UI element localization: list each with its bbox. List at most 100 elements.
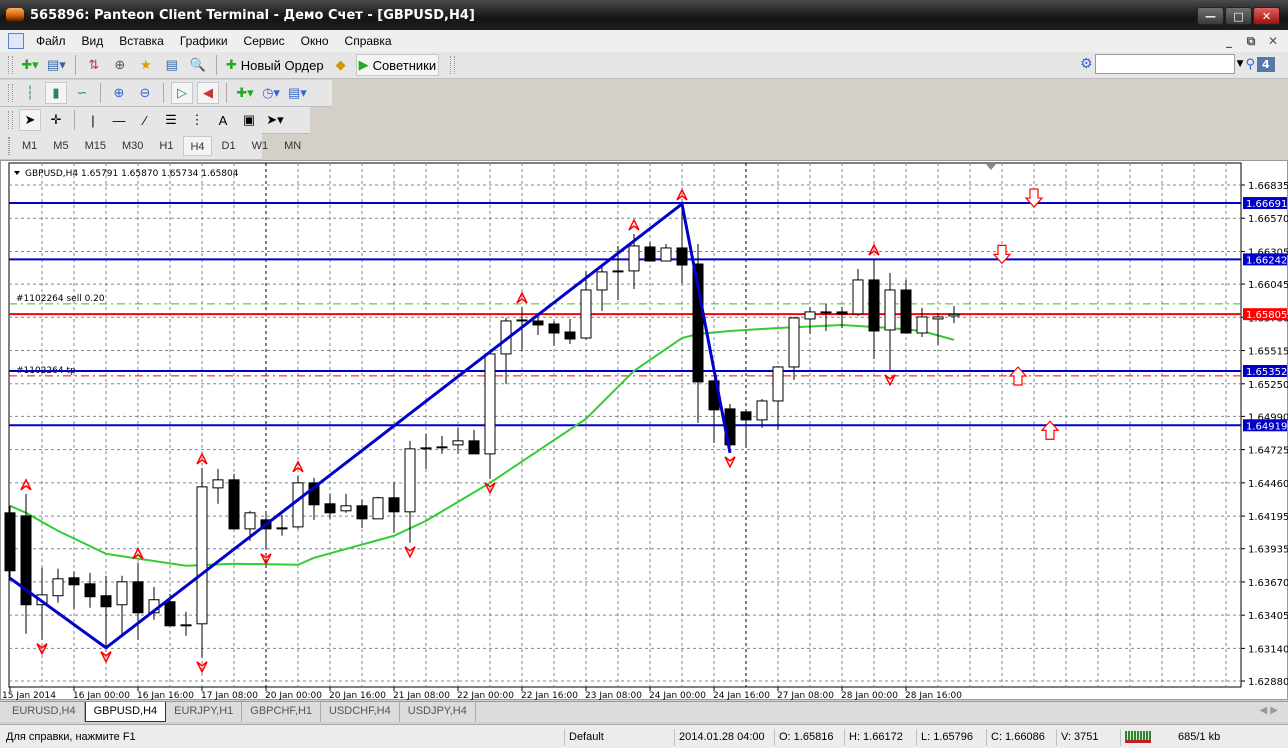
menu-window[interactable]: Окно [293, 34, 337, 48]
minimize-button[interactable]: — [1197, 7, 1224, 25]
menu-help[interactable]: Справка [337, 34, 400, 48]
zoom-in-icon[interactable]: ⊕ [108, 82, 130, 104]
timeframe-h1[interactable]: H1 [153, 136, 179, 156]
status-help: Для справки, нажмите F1 [6, 731, 136, 743]
tab-usdjpy-h4[interactable]: USDJPY,H4 [400, 702, 476, 722]
indicators-icon[interactable]: ✚▾ [234, 82, 256, 104]
x-tick-label: 20 Jan 00:00 [265, 691, 322, 701]
periods-clock-icon[interactable]: ◷▾ [260, 82, 282, 104]
x-tick-label: 20 Jan 16:00 [329, 691, 386, 701]
menu-tools[interactable]: Сервис [236, 34, 293, 48]
candle [372, 496, 384, 520]
tab-eurjpy-h1[interactable]: EURJPY,H1 [166, 702, 243, 722]
equidistant-channel-icon[interactable]: ☰ [160, 109, 182, 131]
candle-body-bullish [292, 482, 304, 528]
timeframe-m1[interactable]: M1 [16, 136, 43, 156]
fibonacci-icon[interactable]: ⋮ [186, 109, 208, 131]
search-dropdown-icon[interactable]: ▼ [1237, 59, 1244, 69]
x-tick-label: 17 Jan 08:00 [201, 691, 258, 701]
y-tick-label: 1.66045 [1248, 280, 1288, 291]
menu-file[interactable]: Файл [28, 34, 74, 48]
data-window-icon[interactable]: ⊕ [109, 54, 131, 76]
timeframe-d1[interactable]: D1 [216, 136, 242, 156]
notifications-badge[interactable]: 4 [1257, 56, 1275, 72]
tab-gbpchf-h1[interactable]: GBPCHF,H1 [242, 702, 322, 722]
candle-body-bullish [580, 289, 592, 339]
candle-body-bullish [372, 497, 384, 520]
experts-button[interactable]: ▶ Советники [355, 54, 440, 76]
terminal-icon[interactable]: ▤ [161, 54, 183, 76]
title-bar: 565896: Panteon Client Terminal - Демо С… [0, 0, 1288, 30]
price-chart[interactable]: 1.668351.665701.663051.660451.657801.655… [1, 161, 1288, 701]
cursor-icon[interactable]: ➤ [19, 109, 41, 131]
horizontal-line-icon[interactable]: — [108, 109, 130, 131]
candle-body-bullish [516, 319, 528, 322]
candle-body-bullish [452, 440, 464, 446]
x-tick-label: 23 Jan 08:00 [585, 691, 642, 701]
crosshair-icon[interactable]: ✛ [45, 109, 67, 131]
menu-insert[interactable]: Вставка [111, 34, 172, 48]
candle [4, 505, 16, 581]
arrows-icon[interactable]: ➤▾ [264, 109, 286, 131]
timeframe-m5[interactable]: M5 [47, 136, 74, 156]
status-bar: Для справки, нажмите F1 Default 2014.01.… [0, 724, 1288, 748]
text-icon[interactable]: A [212, 109, 234, 131]
tab-usdchf-h4[interactable]: USDCHF,H4 [321, 702, 400, 722]
child-restore-button[interactable]: ⧉ [1242, 33, 1260, 49]
x-tick-label: 22 Jan 00:00 [457, 691, 514, 701]
templates-icon[interactable]: ▤▾ [286, 82, 309, 104]
candle-body-bearish [100, 595, 112, 608]
new-chart-icon[interactable]: ✚▾ [19, 54, 41, 76]
line-chart-icon[interactable]: ∽ [71, 82, 93, 104]
candlestick-chart-icon[interactable]: ▮ [45, 82, 67, 104]
price-label: 1.65805 [1246, 310, 1287, 321]
timeframe-h4[interactable]: H4 [183, 136, 212, 156]
chart-shift-icon[interactable]: ◀ [197, 82, 219, 104]
search-input[interactable] [1094, 54, 1235, 74]
candle-body-bullish [916, 316, 928, 334]
candle-body-bullish [756, 400, 768, 421]
tab-gbpusd-h4[interactable]: GBPUSD,H4 [84, 702, 167, 722]
zoom-out-icon[interactable]: ⊖ [134, 82, 156, 104]
candle-body-bullish [772, 366, 784, 402]
candle-body-bearish [548, 323, 560, 334]
menu-charts[interactable]: Графики [172, 34, 236, 48]
timeframe-m30[interactable]: M30 [116, 136, 149, 156]
candle-body-bullish [276, 527, 288, 530]
autoscroll-icon[interactable]: ▷ [171, 82, 193, 104]
trendline-icon[interactable]: ∕ [134, 109, 156, 131]
timeframe-m15[interactable]: M15 [79, 136, 112, 156]
profiles-icon[interactable]: ▤▾ [45, 54, 68, 76]
chart-window[interactable]: 1.668351.665701.663051.660451.657801.655… [0, 160, 1288, 701]
settings-gear-icon[interactable]: ⚙ [1080, 56, 1093, 72]
y-tick-label: 1.63140 [1248, 644, 1288, 655]
candle-body-bullish [628, 245, 640, 272]
status-open: O: 1.65816 [774, 729, 844, 746]
maximize-button[interactable]: □ [1225, 7, 1252, 25]
meta-editor-icon[interactable]: ◆ [330, 54, 352, 76]
new-order-button[interactable]: ✚ Новый Ордер [224, 54, 326, 76]
close-button[interactable]: ✕ [1253, 7, 1280, 25]
chart-window-icon[interactable] [8, 33, 24, 49]
market-watch-icon[interactable]: ⇅ [83, 54, 105, 76]
child-minimize-button[interactable]: _ [1220, 33, 1238, 49]
timeframe-mn[interactable]: MN [278, 136, 307, 156]
menu-bar: Файл Вид Вставка Графики Сервис Окно Спр… [0, 30, 1288, 52]
trade-line-label: #1102264 sell 0.20 [16, 294, 105, 304]
child-close-button[interactable]: ✕ [1264, 33, 1282, 49]
strategy-tester-icon[interactable]: 🔍 [187, 54, 209, 76]
bar-chart-icon[interactable]: ┆ [19, 82, 41, 104]
search-icon[interactable]: ⚲ [1245, 57, 1255, 72]
timeframe-w1[interactable]: W1 [246, 136, 275, 156]
chart-tabs: EURUSD,H4 GBPUSD,H4 EURJPY,H1 GBPCHF,H1 … [0, 701, 1288, 722]
vertical-line-icon[interactable]: | [82, 109, 104, 131]
menu-view[interactable]: Вид [74, 34, 112, 48]
tab-eurusd-h4[interactable]: EURUSD,H4 [4, 702, 85, 722]
text-label-icon[interactable]: ▣ [238, 109, 260, 131]
standard-toolbar: ✚▾ ▤▾ ⇅ ⊕ ★ ▤ 🔍 ✚ Новый Ордер ◆ ▶ Советник… [0, 52, 450, 79]
candle-body-bullish [852, 279, 864, 315]
x-tick-label: 16 Jan 16:00 [137, 691, 194, 701]
tab-scroll-arrows[interactable]: ◀ ▶ [1259, 705, 1278, 716]
candle-body-bullish [596, 271, 608, 291]
navigator-icon[interactable]: ★ [135, 54, 157, 76]
